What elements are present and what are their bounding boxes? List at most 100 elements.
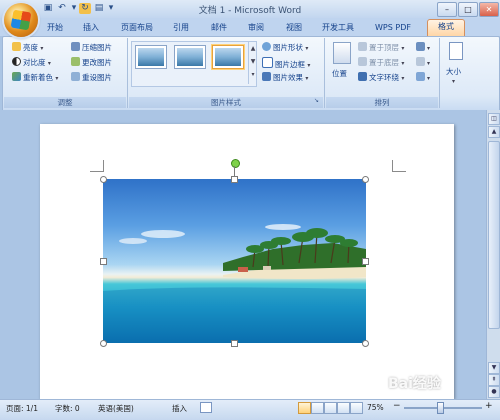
tab-mailings[interactable]: 邮件 [204,21,234,35]
send-to-back-button[interactable]: 置于底层 ▾ [358,57,404,69]
bring-to-front-button[interactable]: 置于顶层 ▾ [358,42,404,54]
dialog-launcher-icon[interactable]: ↘ [314,97,319,104]
compress-icon [71,42,80,51]
picture-border-button[interactable]: 图片边框 ▾ [262,57,310,69]
tab-references[interactable]: 引用 [166,21,196,35]
picture-style-thumb[interactable] [212,45,244,69]
resize-handle-bottom-left[interactable] [100,340,107,347]
recolor-button[interactable]: 重新着色 ▾ [12,72,58,84]
group-label-arrange: 排列 [326,97,438,108]
tab-developer[interactable]: 开发工具 [316,21,360,35]
page-count-status[interactable]: 页面: 1/1 [6,403,38,414]
tab-insert[interactable]: 插入 [76,21,106,35]
beach-image [103,224,366,343]
margin-mark [392,171,406,172]
position-icon [333,42,351,64]
resize-handle-top[interactable] [231,176,238,183]
zoom-in-button[interactable]: + [485,401,493,411]
bring-front-icon [358,42,367,51]
resize-handle-left[interactable] [100,258,107,265]
size-dropdown-icon[interactable]: ▾ [452,78,455,85]
rotate-icon [416,72,425,81]
effects-icon [262,72,271,81]
selected-picture[interactable] [103,179,366,343]
group-separator [324,38,325,108]
resize-handle-bottom-right[interactable] [362,340,369,347]
zoom-slider-thumb[interactable] [437,402,444,414]
tab-page-layout[interactable]: 页面布局 [114,21,160,35]
select-browse-object-icon[interactable]: ● [488,386,500,398]
margin-mark [392,160,393,172]
contrast-button[interactable]: 对比度 ▾ [12,57,51,69]
outline-view-icon[interactable] [337,402,350,414]
resize-handle-top-right[interactable] [362,176,369,183]
position-button[interactable]: 位置 [332,68,347,80]
reset-picture-icon [71,72,80,81]
margin-mark [90,171,104,172]
contrast-icon [12,57,21,66]
tab-format[interactable]: 格式 [427,19,465,36]
size-icon [449,42,463,60]
scroll-down-icon[interactable]: ▼ [488,362,500,374]
size-button[interactable]: 大小 [446,66,461,78]
group-label-adjust: 调整 [4,97,126,108]
align-icon [416,42,425,51]
print-layout-view-icon[interactable] [298,402,311,414]
full-screen-reading-icon[interactable] [311,402,324,414]
border-icon [262,57,273,68]
resize-handle-top-left[interactable] [100,176,107,183]
send-back-icon [358,57,367,66]
previous-page-icon[interactable]: ⇞ [488,374,500,386]
style-preview [177,48,203,66]
picture-shape-button[interactable]: 图片形状 ▾ [262,42,308,54]
resize-handle-bottom[interactable] [231,340,238,347]
rotate-handle-icon[interactable] [231,159,240,168]
group-separator [127,38,128,108]
picture-effects-button[interactable]: 图片效果 ▾ [262,72,308,84]
shape-icon [262,42,271,51]
tab-wps-pdf[interactable]: WPS PDF [368,21,418,35]
word-count-status[interactable]: 字数: 0 [55,403,80,414]
tab-review[interactable]: 审阅 [241,21,271,35]
recolor-icon [12,72,21,81]
scroll-up-icon[interactable]: ▲ [488,126,500,138]
wrap-icon [358,72,367,81]
reset-picture-button[interactable]: 重设图片 [71,72,112,84]
picture-style-thumb[interactable] [174,45,206,69]
view-ruler-icon[interactable]: ◫ [488,113,500,125]
group-label-picture-styles: 图片样式 [129,97,323,108]
style-preview [215,48,241,66]
maximize-button[interactable]: □ [458,2,478,17]
watermark-logo: Bai经验 [388,376,441,392]
tab-view[interactable]: 视图 [279,21,309,35]
web-layout-icon[interactable] [324,402,337,414]
gallery-scroll-icon[interactable]: ▲ ▼ ▾ [248,42,257,84]
group-separator [439,38,440,108]
text-wrapping-button[interactable]: 文字环绕 ▾ [358,72,404,84]
draft-view-icon[interactable] [350,402,363,414]
zoom-level[interactable]: 75% [367,403,384,412]
brightness-icon [12,42,21,51]
macro-record-icon[interactable] [200,402,212,413]
window-title: 文档 1 - Microsoft Word [198,6,302,16]
rotate-button[interactable]: ▾ [416,72,430,84]
compress-pictures-button[interactable]: 压缩图片 [71,42,112,54]
group-icon [416,57,425,66]
change-picture-icon [71,57,80,66]
office-logo-icon [10,9,32,31]
margin-mark [103,160,104,172]
group-objects-button[interactable]: ▾ [416,57,430,69]
insert-mode-status[interactable]: 插入 [172,403,187,414]
change-picture-button[interactable]: 更改图片 [71,57,112,69]
scroll-thumb[interactable] [488,141,500,329]
tab-home[interactable]: 开始 [40,21,70,35]
brightness-button[interactable]: 亮度 ▾ [12,42,43,54]
picture-style-thumb[interactable] [135,45,167,69]
close-button[interactable]: ✕ [479,2,499,17]
style-preview [138,48,164,66]
language-status[interactable]: 英语(美国) [98,403,134,414]
zoom-out-button[interactable]: − [393,401,401,411]
minimize-button[interactable]: – [437,2,457,17]
resize-handle-right[interactable] [362,258,369,265]
align-button[interactable]: ▾ [416,42,430,54]
